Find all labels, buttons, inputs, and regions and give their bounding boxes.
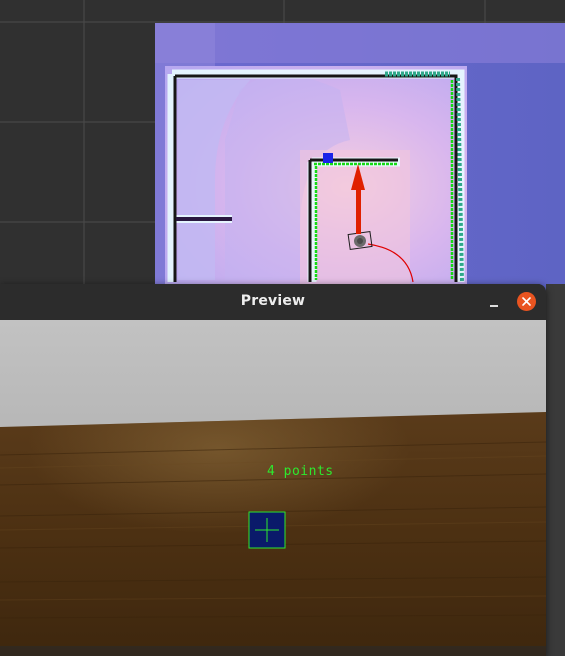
minimize-icon (490, 305, 498, 307)
background-window-edge (546, 284, 565, 656)
points-count-label: 4 points (267, 464, 334, 479)
camera-image (0, 320, 546, 656)
close-button[interactable] (517, 292, 536, 311)
crosshair-icon (248, 511, 286, 549)
close-icon (522, 297, 531, 306)
preview-titlebar[interactable]: Preview (0, 284, 546, 320)
window-title: Preview (240, 293, 306, 309)
goal-marker-icon[interactable] (323, 153, 333, 163)
preview-window[interactable]: Preview 4 points (0, 284, 546, 656)
minimize-button[interactable] (484, 291, 506, 313)
